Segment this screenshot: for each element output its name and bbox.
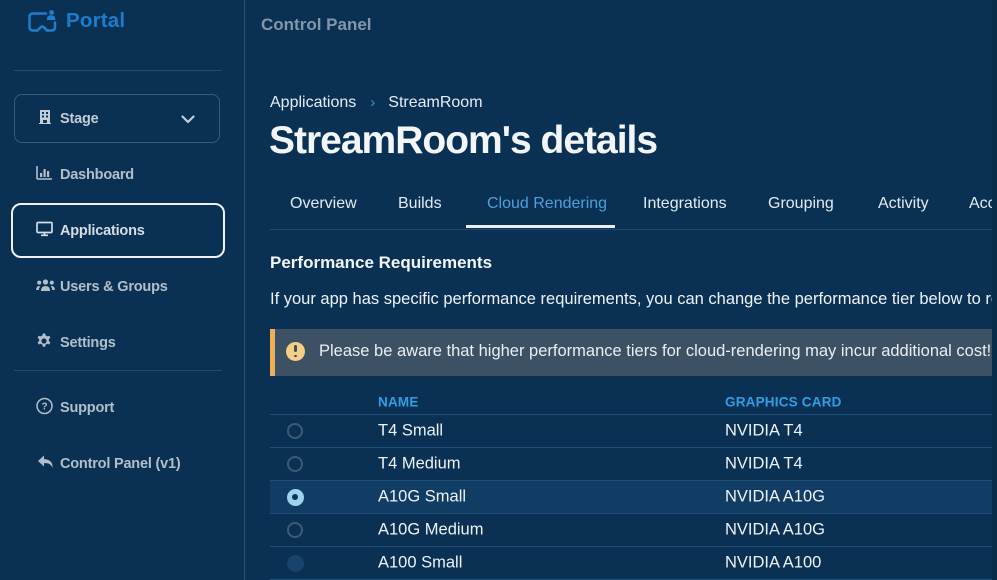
svg-text:?: ? <box>42 402 48 413</box>
